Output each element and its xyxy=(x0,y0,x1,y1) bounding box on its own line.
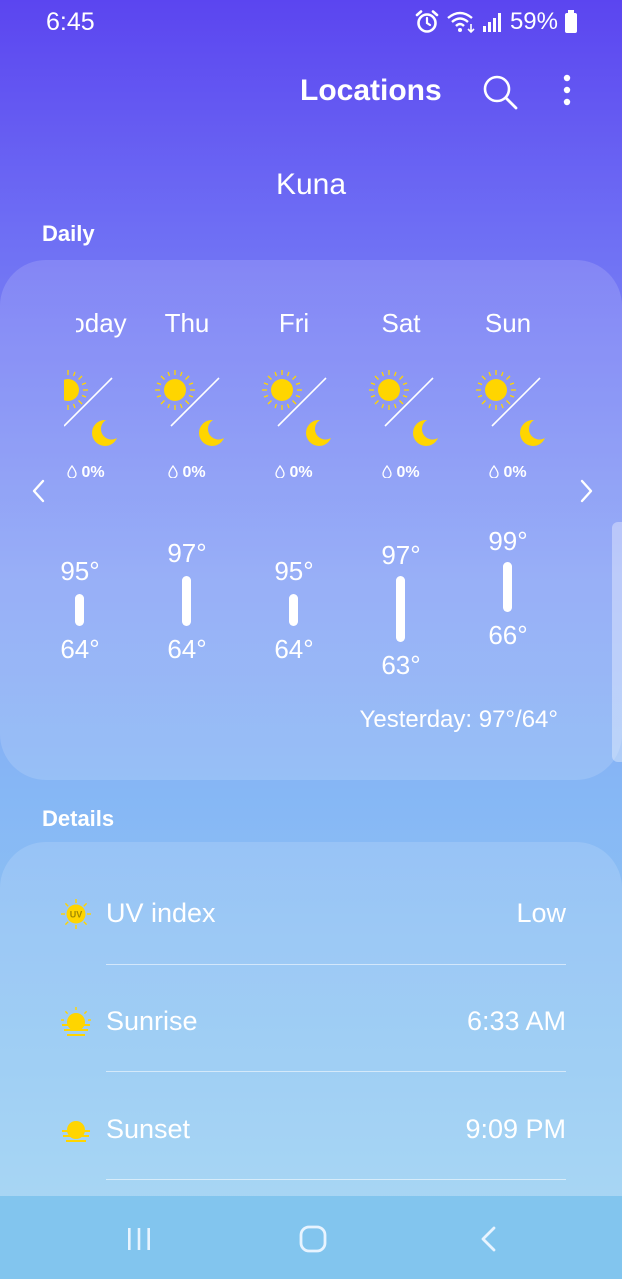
detail-row-uv-index[interactable]: UV UV index Low xyxy=(0,898,622,1006)
wifi-icon xyxy=(447,11,475,34)
uv-index-icon: UV xyxy=(60,898,92,930)
sunny-clear-night-icon xyxy=(351,368,451,458)
precipitation-value: 0% xyxy=(81,464,105,481)
high-temperature: 95° xyxy=(60,556,100,586)
detail-label: UV index xyxy=(106,898,216,928)
raindrop-icon xyxy=(382,464,393,479)
sunrise-icon xyxy=(60,1006,92,1038)
temperature-range-bar xyxy=(396,576,405,642)
home-icon xyxy=(299,1225,327,1253)
battery-percent: 59% xyxy=(509,8,558,35)
back-button[interactable] xyxy=(474,1222,504,1256)
scroll-indicator xyxy=(612,522,622,762)
temperature-range-bar xyxy=(289,594,298,626)
high-temperature: 99° xyxy=(488,526,528,556)
more-options-button[interactable] xyxy=(552,70,582,114)
home-button[interactable] xyxy=(296,1222,330,1256)
svg-text:UV: UV xyxy=(70,910,83,920)
day-name: Fri xyxy=(278,308,310,338)
day-column[interactable]: Fri 0% 95° 64° xyxy=(244,260,344,700)
detail-value: 6:33 AM xyxy=(466,1006,566,1036)
precipitation-chance: 0% xyxy=(244,464,344,482)
detail-label: Sunset xyxy=(106,1114,191,1144)
precipitation-value: 0% xyxy=(503,464,527,481)
day-column[interactable]: Thu 0% 97° 64° xyxy=(137,260,237,700)
daily-forecast-card: Today 0% 95° 64° Thu 0% 97° 64° Fri 0% 95° 64° Sat 0%… xyxy=(0,260,622,780)
divider xyxy=(106,1179,566,1180)
daily-label-text: Daily xyxy=(42,224,95,246)
precipitation-chance: 0% xyxy=(137,464,237,482)
search-icon xyxy=(483,75,518,110)
temperature-range-bar xyxy=(503,562,512,612)
back-icon xyxy=(481,1226,496,1252)
sunny-clear-night-icon xyxy=(64,368,130,458)
low-temperature: 64° xyxy=(167,634,207,664)
low-temperature: 66° xyxy=(488,620,528,650)
locations-button[interactable]: Locations xyxy=(300,74,442,108)
detail-label: Sunrise xyxy=(106,1006,198,1036)
daily-section-label: Daily xyxy=(42,224,95,246)
battery-icon xyxy=(565,10,577,33)
location-name: Kuna xyxy=(275,168,347,201)
precipitation-chance: 0% xyxy=(36,464,136,482)
precipitation-value: 0% xyxy=(289,464,313,481)
temperature-range-bar xyxy=(182,576,191,626)
recents-icon xyxy=(128,1228,150,1250)
divider xyxy=(106,964,566,965)
raindrop-icon xyxy=(168,464,179,479)
sunset-icon xyxy=(60,1114,92,1146)
yesterday-temps: Yesterday: 97°/64° xyxy=(359,706,558,733)
raindrop-icon xyxy=(489,464,500,479)
day-name: Today xyxy=(57,308,127,338)
status-time: 6:45 xyxy=(46,8,95,36)
day-name: Sun xyxy=(484,308,532,338)
precipitation-value: 0% xyxy=(396,464,420,481)
low-temperature: 64° xyxy=(60,634,100,664)
day-name: Thu xyxy=(164,308,210,338)
status-icons: 59% xyxy=(414,8,578,36)
day-column[interactable]: Sat 0% 97° 63° xyxy=(351,260,451,700)
high-temperature: 97° xyxy=(381,540,421,570)
alarm-icon xyxy=(415,10,439,33)
precipitation-chance: 0% xyxy=(351,464,451,482)
precipitation-chance: 0% xyxy=(458,464,558,482)
day-name: Sat xyxy=(381,308,421,338)
temperature-range-bar xyxy=(75,594,84,626)
app-bar: Locations xyxy=(0,60,622,124)
details-section-label: Details xyxy=(42,806,115,831)
raindrop-icon xyxy=(67,464,78,479)
recent-apps-button[interactable] xyxy=(122,1224,156,1254)
high-temperature: 95° xyxy=(274,556,314,586)
search-button[interactable] xyxy=(478,70,522,114)
sunny-clear-night-icon xyxy=(137,368,237,458)
signal-icon xyxy=(482,13,501,32)
status-bar: 6:45 59% xyxy=(0,0,622,46)
precipitation-value: 0% xyxy=(182,464,206,481)
detail-value: 9:09 PM xyxy=(465,1114,566,1144)
more-vert-icon xyxy=(563,74,571,106)
detail-row-sunrise[interactable]: Sunrise 6:33 AM xyxy=(0,1006,622,1114)
high-temperature: 97° xyxy=(167,538,207,568)
raindrop-icon xyxy=(275,464,286,479)
sunny-clear-night-icon xyxy=(458,368,558,458)
chevron-right-icon xyxy=(580,479,593,503)
low-temperature: 64° xyxy=(274,634,314,664)
detail-value: Low xyxy=(516,898,566,928)
system-navigation-bar xyxy=(0,1196,622,1279)
day-column[interactable]: Sun 0% 99° 66° xyxy=(458,260,558,700)
divider xyxy=(106,1071,566,1072)
low-temperature: 63° xyxy=(381,650,421,680)
sunny-clear-night-icon xyxy=(244,368,344,458)
day-column[interactable]: Today 0% 95° 64° xyxy=(30,260,130,700)
next-days-button[interactable] xyxy=(571,474,601,508)
